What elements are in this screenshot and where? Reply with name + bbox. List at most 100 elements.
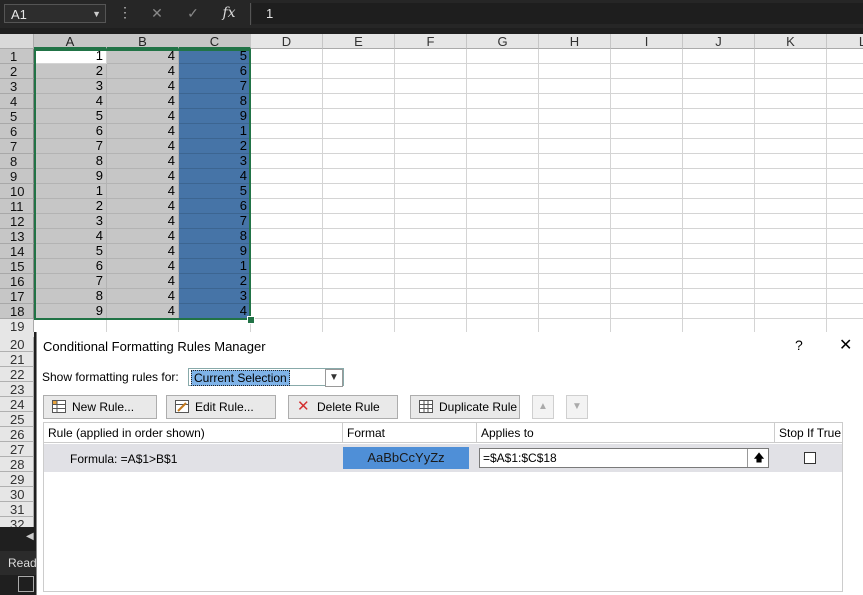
cell[interactable]: 3: [179, 289, 251, 304]
cell[interactable]: [611, 244, 683, 259]
column-header[interactable]: L: [827, 34, 863, 49]
cell[interactable]: 2: [34, 64, 107, 79]
cell[interactable]: [683, 49, 755, 64]
name-box[interactable]: A1 ▼: [4, 4, 106, 23]
cell[interactable]: [467, 169, 539, 184]
cell[interactable]: [467, 304, 539, 319]
cell[interactable]: [539, 184, 611, 199]
cell[interactable]: [395, 169, 467, 184]
cell[interactable]: [539, 244, 611, 259]
cell[interactable]: 5: [34, 109, 107, 124]
cell[interactable]: [683, 154, 755, 169]
cell[interactable]: [251, 169, 323, 184]
cell[interactable]: [395, 274, 467, 289]
cell[interactable]: [395, 304, 467, 319]
cell[interactable]: [323, 319, 395, 332]
move-down-icon[interactable]: ▼: [566, 395, 588, 419]
cell[interactable]: [323, 259, 395, 274]
row-header[interactable]: 24: [0, 397, 34, 412]
cell[interactable]: 7: [34, 139, 107, 154]
cell[interactable]: [323, 169, 395, 184]
cell[interactable]: 9: [179, 109, 251, 124]
cell[interactable]: [323, 289, 395, 304]
column-header[interactable]: J: [683, 34, 755, 49]
cell[interactable]: [467, 229, 539, 244]
cell[interactable]: [323, 139, 395, 154]
cell[interactable]: [395, 214, 467, 229]
row-header[interactable]: 11: [0, 199, 34, 214]
cell[interactable]: [611, 139, 683, 154]
new-rule-button[interactable]: New Rule...: [43, 395, 157, 419]
cell[interactable]: [395, 319, 467, 332]
cell[interactable]: 8: [34, 154, 107, 169]
cell[interactable]: [467, 64, 539, 79]
row-header[interactable]: 4: [0, 94, 34, 109]
row-header[interactable]: 26: [0, 427, 34, 442]
cell[interactable]: [467, 109, 539, 124]
cell[interactable]: [539, 49, 611, 64]
cell[interactable]: [539, 109, 611, 124]
cell[interactable]: 3: [179, 154, 251, 169]
cell[interactable]: [107, 319, 179, 332]
cell[interactable]: [683, 274, 755, 289]
chevron-down-icon[interactable]: ▼: [92, 5, 101, 24]
insert-function-icon[interactable]: fx: [217, 4, 241, 23]
cell[interactable]: [827, 154, 863, 169]
cell[interactable]: [251, 79, 323, 94]
cell[interactable]: [467, 214, 539, 229]
cell[interactable]: [323, 94, 395, 109]
row-header[interactable]: 31: [0, 502, 34, 517]
cell[interactable]: [827, 49, 863, 64]
cell[interactable]: [827, 289, 863, 304]
cell[interactable]: [611, 199, 683, 214]
cell[interactable]: [323, 109, 395, 124]
cell[interactable]: 4: [179, 169, 251, 184]
cell[interactable]: [323, 274, 395, 289]
cell[interactable]: 1: [179, 259, 251, 274]
cell[interactable]: [467, 94, 539, 109]
cell[interactable]: 7: [34, 274, 107, 289]
cell[interactable]: [827, 169, 863, 184]
column-header[interactable]: D: [251, 34, 323, 49]
row-header[interactable]: 23: [0, 382, 34, 397]
cell[interactable]: 9: [179, 244, 251, 259]
cell[interactable]: [323, 79, 395, 94]
cell[interactable]: 4: [179, 304, 251, 319]
cell[interactable]: [539, 274, 611, 289]
cell[interactable]: [251, 154, 323, 169]
cell[interactable]: [251, 319, 323, 332]
cell[interactable]: [467, 319, 539, 332]
cell[interactable]: 7: [179, 214, 251, 229]
cell[interactable]: [755, 124, 827, 139]
cell[interactable]: [755, 274, 827, 289]
cell[interactable]: [755, 199, 827, 214]
row-header[interactable]: 28: [0, 457, 34, 472]
cell[interactable]: [683, 214, 755, 229]
cell[interactable]: [467, 154, 539, 169]
row-header[interactable]: 16: [0, 274, 34, 289]
cell[interactable]: 8: [34, 289, 107, 304]
cell[interactable]: [611, 64, 683, 79]
cell[interactable]: [683, 139, 755, 154]
cell[interactable]: [827, 64, 863, 79]
cell[interactable]: [539, 64, 611, 79]
cell[interactable]: [467, 244, 539, 259]
row-header[interactable]: 18: [0, 304, 34, 319]
cell[interactable]: [467, 289, 539, 304]
cell[interactable]: [395, 199, 467, 214]
cell[interactable]: [539, 79, 611, 94]
cell[interactable]: 4: [107, 199, 179, 214]
cell[interactable]: [467, 124, 539, 139]
row-header[interactable]: 9: [0, 169, 34, 184]
cell[interactable]: [755, 169, 827, 184]
cell[interactable]: 4: [107, 274, 179, 289]
cell[interactable]: [611, 304, 683, 319]
cell[interactable]: [611, 274, 683, 289]
cell[interactable]: [611, 79, 683, 94]
row-header[interactable]: 15: [0, 259, 34, 274]
cell[interactable]: [323, 154, 395, 169]
cell[interactable]: 4: [34, 94, 107, 109]
cell[interactable]: 7: [179, 79, 251, 94]
cell[interactable]: [467, 79, 539, 94]
row-header[interactable]: 29: [0, 472, 34, 487]
